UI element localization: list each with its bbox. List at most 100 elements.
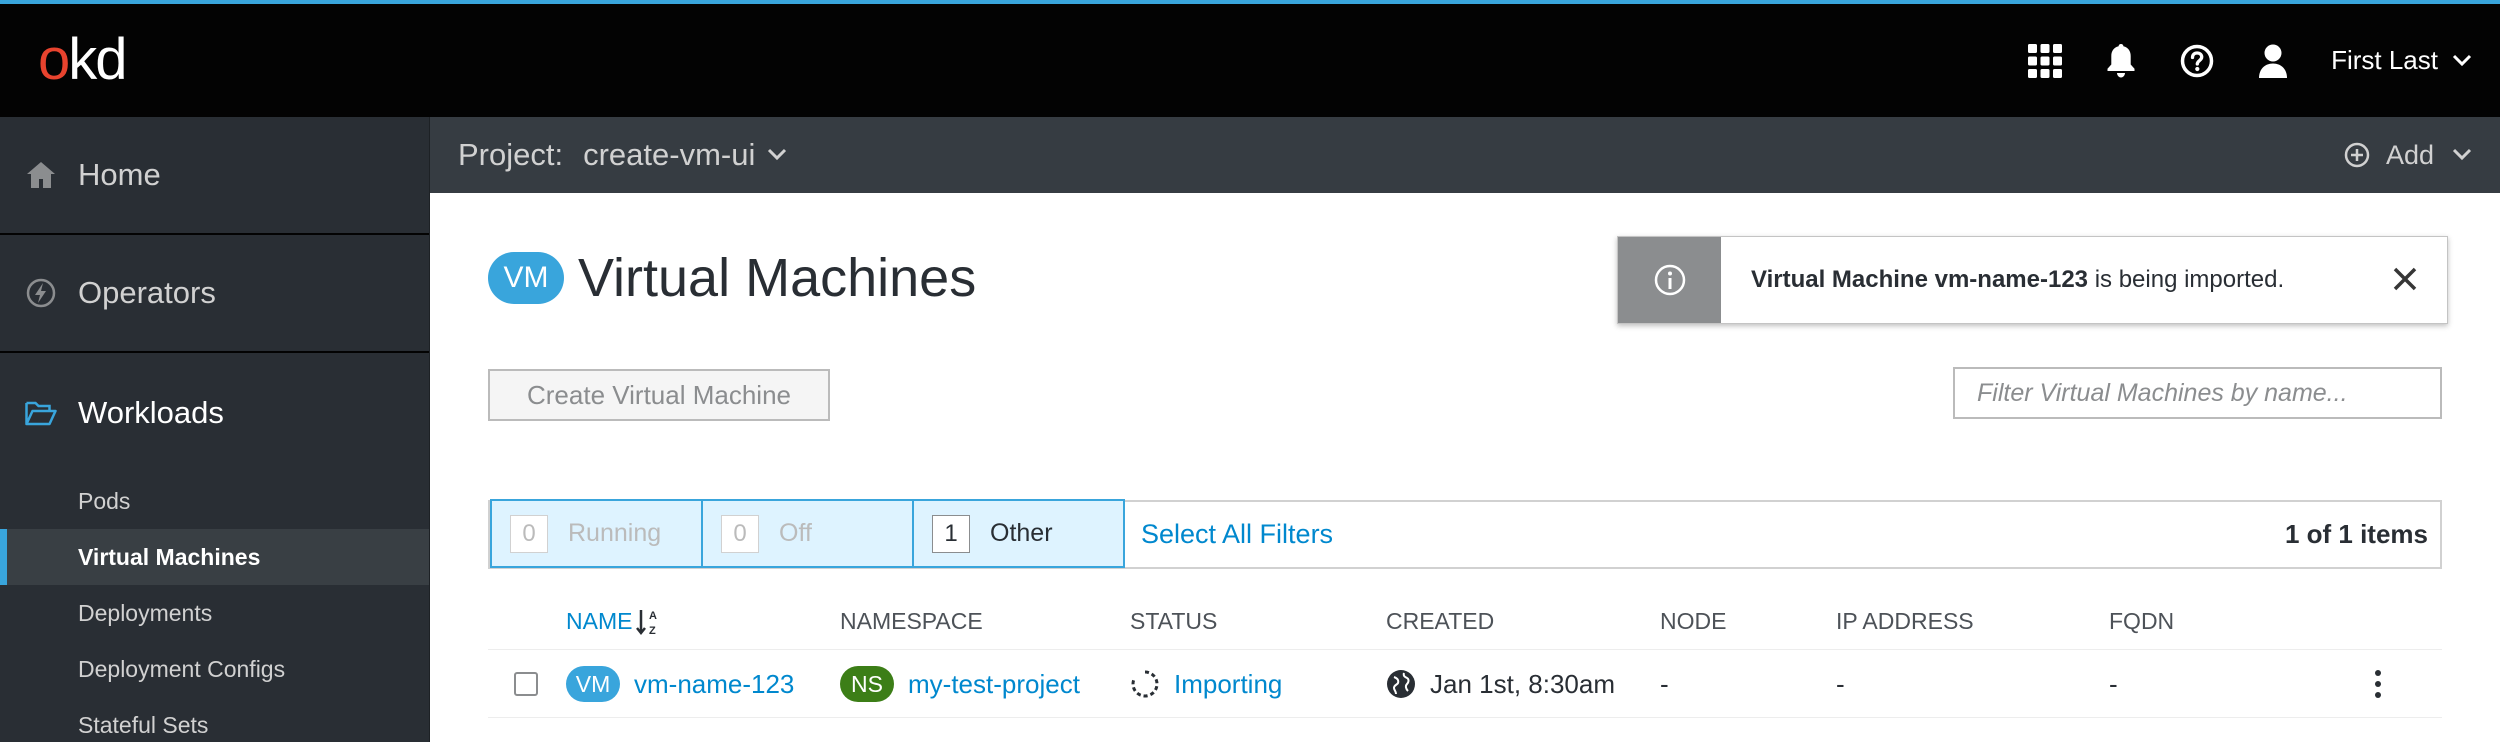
project-label: Project: xyxy=(458,137,564,172)
grid-icon[interactable] xyxy=(2007,4,2083,117)
cell-ip-address: - xyxy=(1836,650,1845,718)
project-dropdown[interactable]: Project: create-vm-ui xyxy=(458,137,787,173)
cell-name: VM vm-name-123 xyxy=(566,650,794,718)
fqdn-value: - xyxy=(2109,668,2118,699)
toast-message: Virtual Machine vm-name-123 is being imp… xyxy=(1751,266,2284,294)
cell-created: Jan 1st, 8:30am xyxy=(1386,650,1615,718)
subnav-label: Deployments xyxy=(78,599,213,626)
column-label: FQDN xyxy=(2109,608,2175,634)
status-link[interactable]: Importing xyxy=(1174,669,1282,700)
sidebar-item-label: Workloads xyxy=(78,395,224,430)
sort-alpha-asc-icon: AZ xyxy=(636,609,657,637)
help-icon[interactable] xyxy=(2159,4,2235,117)
plus-circle-icon xyxy=(2344,142,2370,168)
namespace-badge: NS xyxy=(840,666,894,702)
subnav-label: Deployment Configs xyxy=(78,655,286,682)
folder-open-icon xyxy=(24,396,58,430)
column-header-node[interactable]: NODE xyxy=(1660,593,1726,650)
kebab-menu-icon[interactable] xyxy=(2358,664,2398,704)
cell-status: Importing xyxy=(1130,650,1282,718)
sidebar-item-deployment-configs[interactable]: Deployment Configs xyxy=(0,641,429,697)
sidebar: Home Operators Workloads Pods Virtual Ma… xyxy=(0,117,430,742)
sidebar-item-deployments[interactable]: Deployments xyxy=(0,585,429,641)
cell-actions xyxy=(2358,650,2398,718)
filter-by-name-input[interactable] xyxy=(1953,367,2442,419)
ip-value: - xyxy=(1836,668,1845,699)
column-label: NODE xyxy=(1660,608,1727,634)
home-icon xyxy=(24,158,58,192)
spinner-icon xyxy=(1131,670,1159,698)
filter-count: 0 xyxy=(510,514,548,553)
row-select-cell xyxy=(514,650,538,718)
toast-notification: Virtual Machine vm-name-123 is being imp… xyxy=(1617,236,2448,324)
workloads-subnav: Pods Virtual Machines Deployments Deploy… xyxy=(0,473,429,742)
bell-icon[interactable] xyxy=(2083,4,2159,117)
filter-label: Other xyxy=(990,519,1053,547)
add-label: Add xyxy=(2385,139,2434,170)
filter-count: 1 xyxy=(932,514,970,553)
okd-logo[interactable]: o kd xyxy=(38,27,128,92)
column-header-name[interactable]: NAME AZ xyxy=(566,593,662,650)
column-label: STATUS xyxy=(1130,608,1218,634)
chevron-down-icon xyxy=(2452,148,2472,161)
user-name: First Last xyxy=(2331,45,2438,75)
bolt-icon xyxy=(24,276,58,310)
table-header: NAME AZ NAMESPACE STATUS CREATED NODE IP… xyxy=(488,593,2442,650)
info-icon xyxy=(1618,237,1721,323)
sidebar-item-virtual-machines[interactable]: Virtual Machines xyxy=(0,529,429,585)
column-label: NAMESPACE xyxy=(840,608,983,634)
user-icon[interactable] xyxy=(2235,4,2311,117)
column-header-status[interactable]: STATUS xyxy=(1130,593,1217,650)
sidebar-item-label: Operators xyxy=(78,275,216,310)
close-icon[interactable] xyxy=(2383,257,2427,301)
logo-o: o xyxy=(38,27,70,92)
filter-count: 0 xyxy=(721,514,759,553)
filter-off[interactable]: 0 Off xyxy=(701,499,914,568)
cell-node: - xyxy=(1660,650,1669,718)
svg-text:A: A xyxy=(649,610,657,622)
column-header-created[interactable]: CREATED xyxy=(1386,593,1494,650)
column-label: CREATED xyxy=(1386,608,1495,634)
toast-message-rest: is being imported. xyxy=(2088,266,2285,293)
sidebar-item-operators[interactable]: Operators xyxy=(0,235,429,353)
chevron-down-icon xyxy=(768,148,787,161)
project-bar: Project: create-vm-ui Add xyxy=(430,117,2500,193)
add-menu[interactable]: Add xyxy=(2344,117,2472,193)
sidebar-item-label: Home xyxy=(78,157,161,192)
chevron-down-icon xyxy=(2452,54,2472,66)
main-content: VM Virtual Machines Create Virtual Machi… xyxy=(430,193,2500,742)
column-header-ip-address[interactable]: IP ADDRESS xyxy=(1836,593,1974,650)
page-title: Virtual Machines xyxy=(578,248,977,308)
filter-running[interactable]: 0 Running xyxy=(490,499,703,568)
masthead: o kd First Last xyxy=(0,0,2500,117)
namespace-link[interactable]: my-test-project xyxy=(908,669,1080,700)
sidebar-item-stateful-sets[interactable]: Stateful Sets xyxy=(0,697,429,742)
sidebar-item-pods[interactable]: Pods xyxy=(0,473,429,529)
sidebar-item-workloads[interactable]: Workloads xyxy=(0,353,429,473)
subnav-label: Pods xyxy=(78,487,131,514)
filter-label: Running xyxy=(568,519,662,547)
filter-label: Off xyxy=(779,519,812,547)
user-menu[interactable]: First Last xyxy=(2311,4,2500,117)
vm-name-link[interactable]: vm-name-123 xyxy=(634,669,794,700)
logo-kd: kd xyxy=(68,27,127,92)
svg-text:Z: Z xyxy=(649,625,656,637)
toast-message-bold: Virtual Machine vm-name-123 xyxy=(1751,266,2089,293)
row-checkbox[interactable] xyxy=(514,672,538,696)
select-all-filters-link[interactable]: Select All Filters xyxy=(1141,519,1333,550)
items-count: 1 of 1 items xyxy=(2284,519,2428,549)
table-row: VM vm-name-123 NS my-test-project Import… xyxy=(488,650,2442,718)
vm-badge: VM xyxy=(488,252,564,304)
column-label: NAME xyxy=(566,608,633,634)
filter-other[interactable]: 1 Other xyxy=(912,499,1125,568)
globe-icon xyxy=(1387,670,1415,698)
page-header: VM Virtual Machines xyxy=(488,247,976,309)
sidebar-item-home[interactable]: Home xyxy=(0,117,429,235)
column-header-namespace[interactable]: NAMESPACE xyxy=(840,593,983,650)
column-header-fqdn[interactable]: FQDN xyxy=(2109,593,2174,650)
vm-badge: VM xyxy=(566,666,620,702)
column-label: IP ADDRESS xyxy=(1836,608,1974,634)
create-virtual-machine-button[interactable]: Create Virtual Machine xyxy=(488,369,830,421)
subnav-label: Virtual Machines xyxy=(78,543,261,570)
cell-fqdn: - xyxy=(2109,650,2118,718)
